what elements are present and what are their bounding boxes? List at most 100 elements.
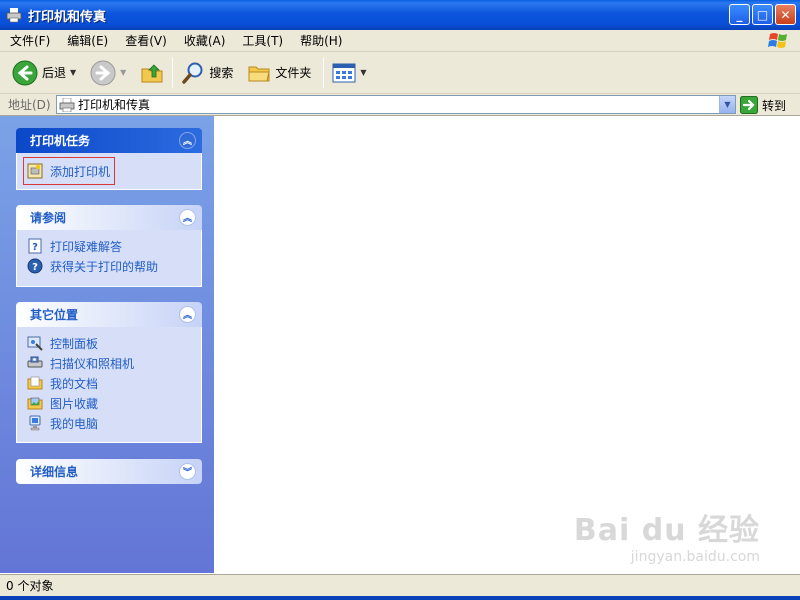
go-label: 转到 <box>762 98 787 113</box>
task-label: 我的电脑 <box>50 416 99 431</box>
chevron-down-icon: ▼ <box>724 100 731 109</box>
menu-view[interactable]: 查看(V) <box>118 31 174 51</box>
panel-printer-tasks: 打印机任务 ︽ 添加打印机 <box>16 128 202 190</box>
task-label: 我的文档 <box>50 376 99 391</box>
panel-title: 请参阅 <box>30 211 67 225</box>
folders-label: 文件夹 <box>275 66 312 80</box>
toolbar-separator <box>323 57 325 88</box>
watermark: Bai du 经验 jingyan.baidu.com <box>574 505 760 565</box>
window-title: 打印机和传真 <box>28 9 107 25</box>
watermark-url: jingyan.baidu.com <box>630 549 760 565</box>
my-computer-icon <box>29 415 41 431</box>
status-bar: 0 个对象 <box>0 574 800 596</box>
forward-arrow-icon <box>90 60 116 85</box>
task-printing-help[interactable]: ? 获得关于打印的帮助 <box>27 256 191 276</box>
help-icon: ? <box>27 258 43 274</box>
forward-button[interactable]: ▼ <box>86 57 130 89</box>
search-label: 搜索 <box>209 66 234 80</box>
back-label: 后退 <box>42 66 67 80</box>
search-button[interactable]: 搜索 <box>177 57 237 89</box>
expand-icon[interactable]: ︾ <box>179 463 196 480</box>
collapse-icon[interactable]: ︽ <box>179 306 196 323</box>
go-arrow-icon <box>740 96 758 114</box>
panel-header-see-also[interactable]: 请参阅 ︽ <box>16 205 202 230</box>
task-control-panel[interactable]: 控制面板 <box>27 333 191 353</box>
close-icon: ✕ <box>780 7 791 22</box>
panel-body: 控制面板 扫描仪和照相机 我的文档 图片收藏 我的电脑 <box>16 327 202 443</box>
status-text: 0 个对象 <box>6 579 54 593</box>
task-label: 扫描仪和照相机 <box>50 356 135 371</box>
minimize-icon: _ <box>736 7 743 22</box>
address-label: 地址(D) <box>8 98 51 112</box>
task-label: 添加打印机 <box>50 164 111 179</box>
task-my-computer[interactable]: 我的电脑 <box>27 413 191 433</box>
help-document-icon: ? <box>28 238 42 254</box>
svg-text:?: ? <box>32 242 38 253</box>
panel-see-also: 请参阅 ︽ ? 打印疑难解答 ? 获得关于打印的帮助 <box>16 205 202 287</box>
file-view-area[interactable]: Bai du 经验 jingyan.baidu.com <box>214 116 800 573</box>
scanner-camera-icon <box>27 356 43 368</box>
title-bar[interactable]: 打印机和传真 _ □ ✕ <box>0 0 800 30</box>
menu-help[interactable]: 帮助(H) <box>293 31 349 51</box>
collapse-icon[interactable]: ︽ <box>179 209 196 226</box>
panel-header-details[interactable]: 详细信息 ︾ <box>16 459 202 484</box>
address-dropdown-button[interactable]: ▼ <box>719 96 735 113</box>
svg-text:?: ? <box>32 262 38 273</box>
panel-body: ? 打印疑难解答 ? 获得关于打印的帮助 <box>16 230 202 287</box>
folders-button[interactable]: 文件夹 <box>243 57 315 89</box>
watermark-logo-text: Bai du 经验 <box>573 513 760 548</box>
task-scanners-cameras[interactable]: 扫描仪和照相机 <box>27 353 191 373</box>
menu-favorites[interactable]: 收藏(A) <box>177 31 233 51</box>
go-button[interactable]: 转到 <box>740 96 786 114</box>
minimize-button[interactable]: _ <box>729 4 750 25</box>
menu-tools[interactable]: 工具(T) <box>235 31 290 51</box>
task-add-printer[interactable]: 添加打印机 <box>23 157 115 185</box>
toolbar: 后退 ▼ ▼ 搜索 文件夹 ▼ <box>0 52 800 94</box>
panel-header-other-places[interactable]: 其它位置 ︽ <box>16 302 202 327</box>
task-label: 图片收藏 <box>50 396 99 411</box>
address-input[interactable]: 打印机和传真 ▼ <box>56 95 736 114</box>
menu-bar: 文件(F) 编辑(E) 查看(V) 收藏(A) 工具(T) 帮助(H) <box>0 30 800 52</box>
task-my-pictures[interactable]: 图片收藏 <box>27 393 191 413</box>
menu-edit[interactable]: 编辑(E) <box>60 31 115 51</box>
search-icon <box>182 62 203 84</box>
my-pictures-icon <box>27 397 43 410</box>
views-button[interactable]: ▼ <box>328 57 370 89</box>
task-label: 控制面板 <box>50 336 99 351</box>
folders-icon <box>248 66 270 81</box>
window-frame-bottom <box>0 596 800 600</box>
views-icon <box>332 63 356 82</box>
windows-logo-icon <box>768 33 787 48</box>
printer-icon <box>6 8 22 23</box>
task-my-documents[interactable]: 我的文档 <box>27 373 191 393</box>
panel-header-printer-tasks[interactable]: 打印机任务 ︽ <box>16 128 202 153</box>
back-arrow-icon <box>12 60 38 85</box>
panel-details: 详细信息 ︾ <box>16 459 202 484</box>
maximize-icon: □ <box>756 7 769 22</box>
collapse-icon[interactable]: ︽ <box>179 132 196 149</box>
task-print-troubleshooting[interactable]: ? 打印疑难解答 <box>27 236 191 256</box>
forward-dropdown-icon[interactable]: ▼ <box>120 68 126 77</box>
address-value: 打印机和传真 <box>78 98 151 112</box>
back-button[interactable]: 后退 ▼ <box>8 57 80 89</box>
task-label: 获得关于打印的帮助 <box>50 259 159 274</box>
views-dropdown-icon[interactable]: ▼ <box>360 68 366 77</box>
my-documents-icon <box>27 376 43 390</box>
address-bar: 地址(D) 打印机和传真 ▼ 转到 <box>0 94 800 116</box>
control-panel-icon <box>27 336 43 351</box>
panel-title: 详细信息 <box>30 465 79 479</box>
panel-other-places: 其它位置 ︽ 控制面板 扫描仪和照相机 我的文档 图片收藏 我的电脑 <box>16 302 202 443</box>
menu-file[interactable]: 文件(F) <box>3 31 57 51</box>
task-label: 打印疑难解答 <box>50 239 123 254</box>
up-folder-button[interactable] <box>136 57 168 89</box>
task-pane: 打印机任务 ︽ 添加打印机 请参阅 ︽ ? 打印疑难解答 ? 获得关于打印的帮助… <box>0 116 214 573</box>
panel-title: 打印机任务 <box>30 134 91 148</box>
close-button[interactable]: ✕ <box>775 4 796 25</box>
add-printer-icon <box>27 163 43 179</box>
printer-icon <box>59 97 75 112</box>
up-folder-icon <box>141 63 163 82</box>
maximize-button[interactable]: □ <box>752 4 773 25</box>
panel-body: 添加打印机 <box>16 153 202 190</box>
toolbar-separator <box>172 57 174 88</box>
back-dropdown-icon[interactable]: ▼ <box>70 68 76 77</box>
